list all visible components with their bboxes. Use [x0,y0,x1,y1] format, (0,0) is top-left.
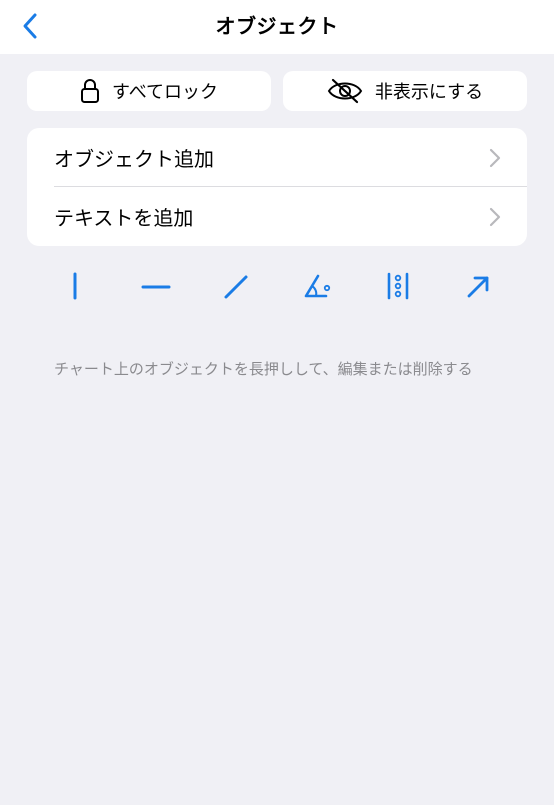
trend-line-tool-button[interactable] [216,266,256,306]
lock-icon [80,79,99,103]
angle-tool-button[interactable] [297,266,337,306]
horizontal-line-tool-button[interactable] [136,266,176,306]
horizontal-line-tool-icon [141,285,171,289]
add-text-label: テキストを追加 [54,206,194,230]
lock-all-button[interactable]: すべてロック [27,71,271,111]
vertical-line-tool-icon [73,272,77,300]
page-title: オブジェクト [215,14,339,38]
fibonacci-tool-button[interactable] [378,266,418,306]
drawing-tools-toolbar [0,266,554,306]
lock-all-label: すべてロック [111,82,219,103]
navigation-bar: オブジェクト [0,0,554,54]
hint-text: チャート上のオブジェクトを長押しして、編集または削除する [54,360,473,378]
chevron-right-icon [489,148,501,168]
add-object-row[interactable]: オブジェクト追加 [27,128,527,187]
add-menu-card: オブジェクト追加 テキストを追加 [27,128,527,246]
add-object-label: オブジェクト追加 [54,147,214,171]
fibonacci-tool-icon [387,272,409,300]
trend-line-tool-icon [224,275,248,299]
eye-slash-icon [327,78,363,104]
vertical-line-tool-button[interactable] [55,266,95,306]
angle-tool-icon [304,274,331,298]
hide-label: 非表示にする [374,82,484,103]
arrow-tool-button[interactable] [459,266,499,306]
arrow-tool-icon [467,276,489,298]
add-text-row[interactable]: テキストを追加 [27,187,527,246]
chevron-right-icon [489,207,501,227]
hide-button[interactable]: 非表示にする [283,71,527,111]
